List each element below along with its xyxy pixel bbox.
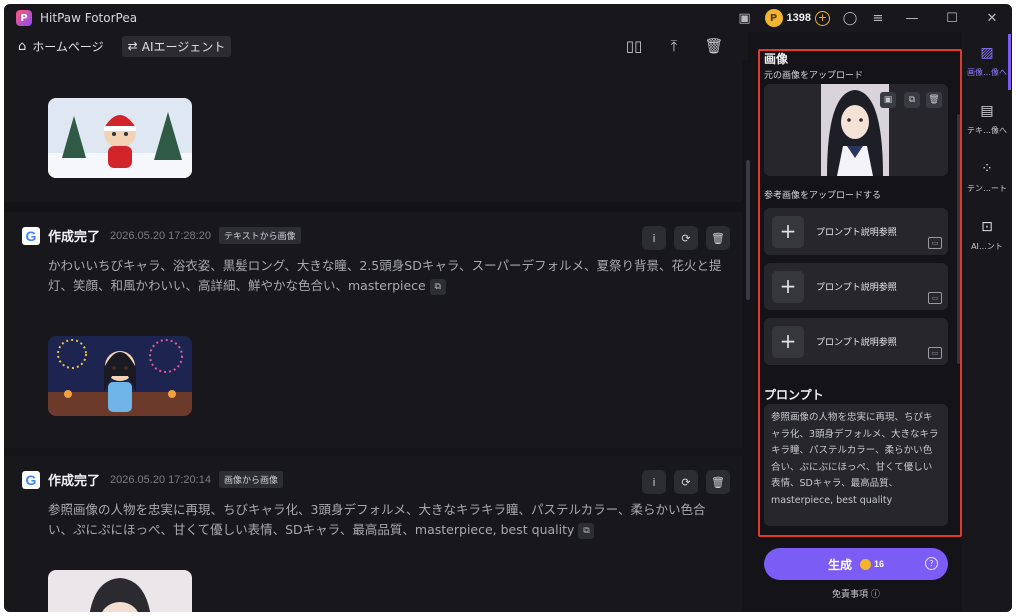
title-bar: P HitPaw FotorPea ▣ P 1398 + ◯ ≡ — ☐ ✕	[4, 4, 1012, 32]
coin-icon: P	[764, 9, 783, 27]
regenerate-icon[interactable]: ⟳	[674, 226, 698, 250]
reference-slot-label: プロンプト説明参照	[816, 228, 897, 238]
result-card	[4, 60, 742, 202]
card-mode-tag: テキストから画像	[218, 227, 301, 244]
result-card: G 作成完了 2026.05.20 17:28:20 テキストから画像 i ⟳ …	[4, 212, 742, 448]
delete-icon[interactable]: 🗑	[706, 226, 730, 250]
image-icon: ▭	[928, 347, 942, 359]
reference-slot[interactable]: + プロンプト説明参照 ▭	[764, 318, 948, 365]
rail-text-to-image[interactable]: ▤ テキ…像へ	[962, 94, 1012, 152]
ai-agent-button[interactable]: ⇄ AIエージェント	[121, 35, 232, 57]
rail-active-indicator	[1008, 34, 1011, 90]
info-icon[interactable]: i	[642, 470, 666, 494]
home-link[interactable]: ⌂ ホームページ	[18, 38, 104, 55]
result-thumbnail-santa[interactable]	[48, 98, 192, 178]
card-prompt-text: 参照画像の人物を忠実に再現、ちびキャラ化、3頭身デフォルメ、大きなキラキラ瞳、パ…	[48, 502, 706, 537]
result-feed[interactable]: G 作成完了 2026.05.20 17:28:20 テキストから画像 i ⟳ …	[4, 60, 748, 612]
delete-icon[interactable]: 🗑	[706, 470, 730, 494]
upload-label: 元の画像をアップロード	[764, 71, 864, 81]
home-icon: ⌂	[18, 38, 27, 54]
google-model-icon: G	[22, 470, 40, 489]
image-icon: ▭	[928, 292, 942, 304]
panel-scrollbar[interactable]	[957, 114, 960, 364]
template-grid-icon: ⁘	[981, 161, 993, 177]
prompt-section-title: プロンプト	[764, 388, 824, 402]
minimize-icon[interactable]: —	[892, 4, 932, 32]
reference-slot[interactable]: + プロンプト説明参照 ▭	[764, 208, 948, 255]
rail-image-to-image[interactable]: ▨ 画像…像へ	[962, 36, 1012, 94]
help-icon[interactable]: ?	[925, 557, 938, 570]
result-thumbnail-yukata[interactable]	[48, 336, 192, 416]
coin-balance[interactable]: P 1398 +	[764, 9, 830, 27]
close-icon[interactable]: ✕	[972, 4, 1012, 32]
ai-agent-icon: ⊡	[981, 219, 993, 235]
app-title: HitPaw FotorPea	[40, 11, 138, 25]
result-card: G 作成完了 2026.05.20 17:20:14 画像から画像 i ⟳ 🗑 …	[4, 456, 742, 612]
card-date: 2026.05.20 17:28:20	[110, 229, 211, 242]
rail-label: テキ…像へ	[967, 126, 1007, 135]
generate-cost: 16	[874, 559, 885, 569]
book-icon[interactable]: ▯▯	[614, 32, 654, 60]
add-icon[interactable]: +	[772, 271, 804, 303]
regenerate-icon[interactable]: ⟳	[674, 470, 698, 494]
replace-image-icon[interactable]: ▣	[880, 92, 896, 108]
reference-slot-label: プロンプト説明参照	[816, 283, 897, 293]
google-model-icon: G	[22, 226, 40, 245]
add-coins-icon[interactable]: +	[815, 10, 830, 26]
card-prompt: 参照画像の人物を忠実に再現、ちびキャラ化、3頭身デフォルメ、大きなキラキラ瞳、パ…	[48, 500, 728, 540]
maximize-icon[interactable]: ☐	[932, 4, 972, 32]
add-icon[interactable]: +	[772, 216, 804, 248]
nav-bar: ⌂ ホームページ ⇄ AIエージェント ▯▯ ⤒ 🗑	[4, 32, 748, 60]
card-date: 2026.05.20 17:20:14	[110, 473, 211, 486]
rail-label: AI…ント	[971, 242, 1003, 251]
ai-agent-label: AIエージェント	[141, 39, 226, 54]
remove-image-icon[interactable]: 🗑	[926, 92, 942, 108]
disclaimer-label: 免責事項	[832, 590, 869, 600]
image-edit-icon: ▨	[980, 45, 994, 61]
home-label: ホームページ	[32, 39, 104, 54]
rail-templates[interactable]: ⁘ テン…ート	[962, 152, 1012, 210]
result-thumbnail-portrait[interactable]	[48, 570, 192, 612]
rail-label: 画像…像へ	[967, 68, 1007, 77]
text-image-icon: ▤	[980, 103, 994, 119]
generate-button[interactable]: 生成 16 ?	[764, 548, 948, 580]
menu-icon[interactable]: ≡	[864, 4, 892, 32]
feed-scrollbar[interactable]	[746, 160, 750, 300]
copy-icon[interactable]: ⧉	[578, 522, 595, 539]
tool-rail: ▨ 画像…像へ ▤ テキ…像へ ⁘ テン…ート ⊡ AI…ント	[962, 32, 1012, 612]
feedback-icon[interactable]: ▣	[731, 4, 759, 32]
rail-label: テン…ート	[967, 184, 1007, 193]
card-status: 作成完了	[48, 230, 101, 245]
add-icon[interactable]: +	[772, 326, 804, 358]
switch-icon: ⇄	[127, 39, 138, 53]
account-icon[interactable]: ◯	[836, 4, 864, 32]
coin-count: 1398	[786, 12, 811, 24]
info-icon[interactable]: i	[642, 226, 666, 250]
prompt-textarea[interactable]: 参照画像の人物を忠実に再現、ちびキャラ化、3頭身デフォルメ、大きなキラキラ瞳、パ…	[764, 404, 948, 526]
card-mode-tag: 画像から画像	[218, 471, 283, 488]
disclaimer-link[interactable]: 免責事項 ⓘ	[764, 587, 948, 600]
coin-icon	[860, 558, 871, 570]
reference-slot[interactable]: + プロンプト説明参照 ▭	[764, 263, 948, 310]
image-section-title: 画像	[764, 52, 789, 66]
card-prompt-text: かわいいちびキャラ、浴衣姿、黒髪ロング、大きな瞳、2.5頭身SDキャラ、スーパー…	[48, 258, 722, 293]
card-status: 作成完了	[48, 474, 101, 489]
scroll-top-icon[interactable]: ⤒	[654, 32, 694, 60]
card-prompt: かわいいちびキャラ、浴衣姿、黒髪ロング、大きな瞳、2.5頭身SDキャラ、スーパー…	[48, 256, 728, 296]
copy-image-icon[interactable]: ⧉	[904, 92, 920, 108]
source-image-upload[interactable]: ▣ ⧉ 🗑	[764, 84, 948, 176]
rail-ai-agent[interactable]: ⊡ AI…ント	[962, 210, 1012, 268]
copy-icon[interactable]: ⧉	[429, 278, 446, 295]
trash-icon[interactable]: 🗑	[694, 32, 734, 60]
generate-label: 生成	[827, 557, 852, 572]
reference-slot-label: プロンプト説明参照	[816, 338, 897, 348]
app-logo-icon: P	[16, 10, 32, 26]
image-icon: ▭	[928, 237, 942, 249]
uploaded-image	[821, 84, 889, 176]
app-window: P HitPaw FotorPea ▣ P 1398 + ◯ ≡ — ☐ ✕ ⌂…	[4, 4, 1012, 612]
reference-upload-label: 参考画像をアップロードする	[764, 191, 882, 201]
